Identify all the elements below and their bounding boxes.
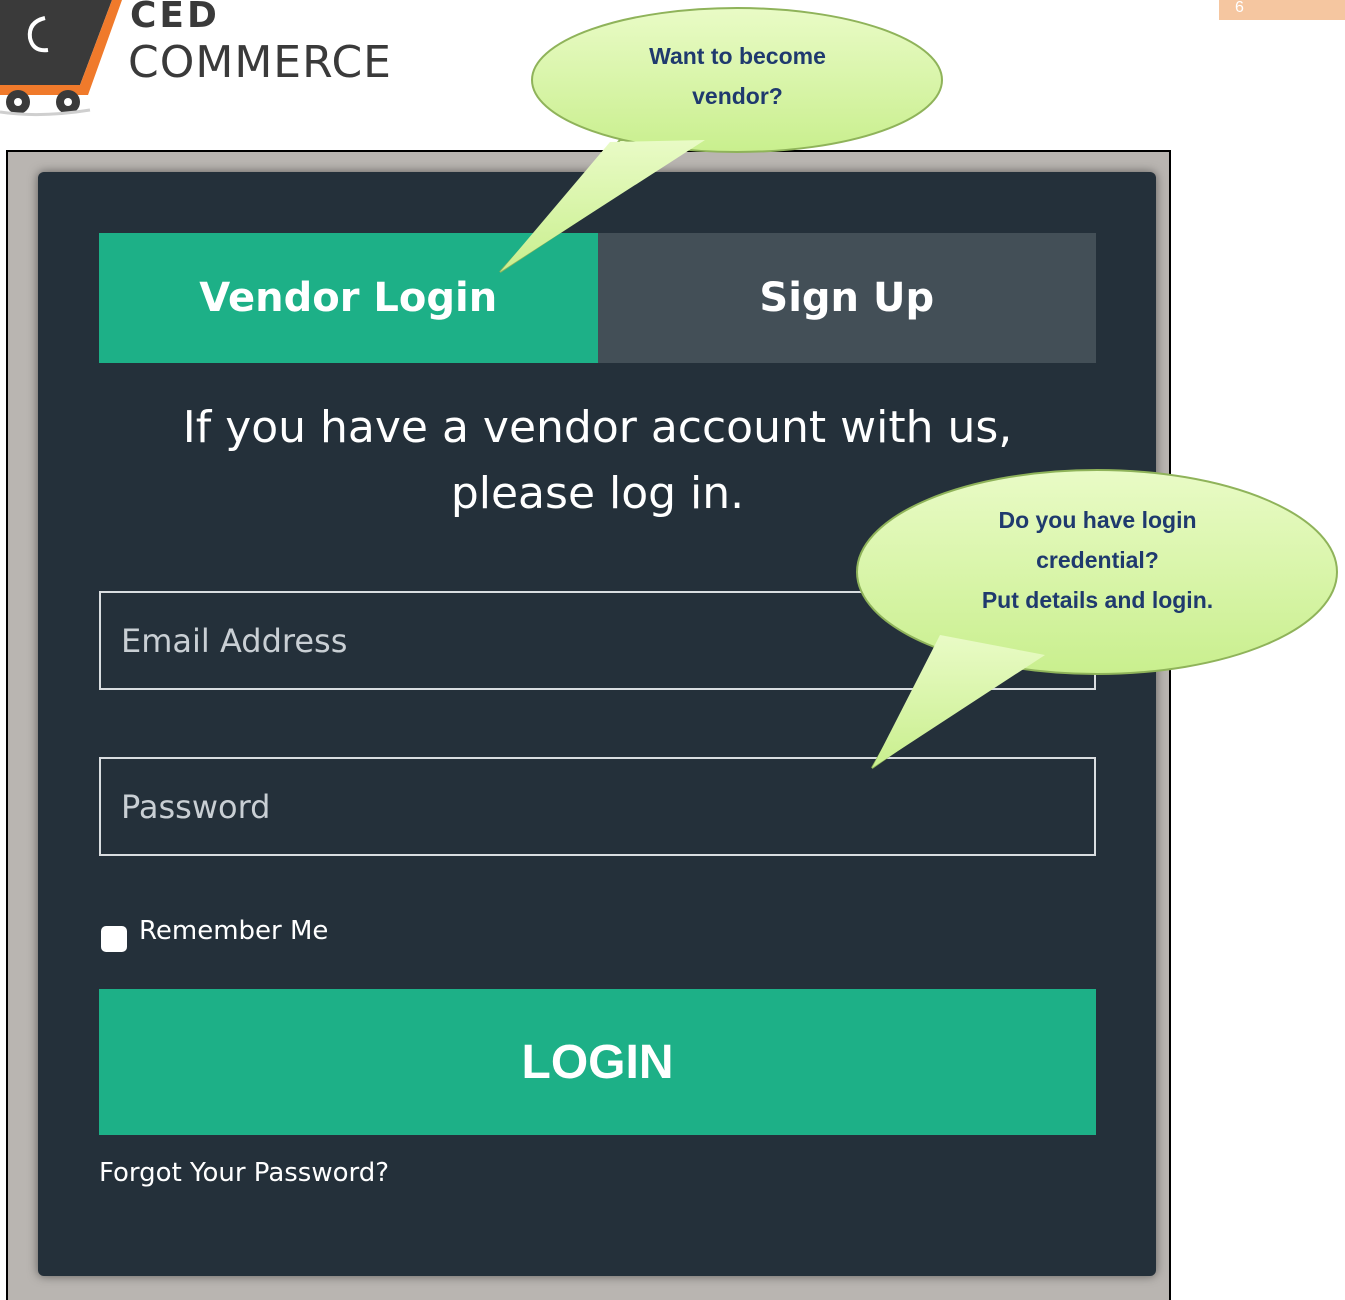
remember-me-row: Remember Me [101, 910, 328, 952]
intro-line-1: If you have a vendor account with us, [182, 402, 1013, 453]
cart-logo-icon [0, 0, 122, 117]
callout-2-line-2: credential? [1036, 547, 1159, 573]
cedcommerce-logo: CED COMMERCE [0, 0, 420, 120]
email-placeholder: Email Address [121, 621, 348, 660]
callout-2-line-1: Do you have login [998, 507, 1197, 533]
remember-me-checkbox[interactable] [101, 926, 127, 952]
callout-2-line-3: Put details and login. [981, 587, 1214, 613]
login-tabs: Vendor Login Sign Up [99, 233, 1096, 363]
logo-text-commerce: COMMERCE [128, 37, 392, 88]
callout-login-help-text: Do you have login credential? Put detail… [945, 500, 1250, 620]
forgot-password-link[interactable]: Forgot Your Password? [99, 1158, 389, 1188]
callout-become-vendor-text: Want to become vendor? [600, 36, 875, 116]
callout-1-line-2: vendor? [692, 83, 783, 109]
login-button[interactable]: LOGIN [99, 989, 1096, 1135]
tab-sign-up[interactable]: Sign Up [597, 233, 1096, 363]
tab-vendor-login[interactable]: Vendor Login [99, 233, 598, 363]
remember-me-label[interactable]: Remember Me [139, 916, 328, 946]
page-number: 6 [1219, 0, 1345, 20]
password-field[interactable]: Password [99, 757, 1096, 856]
logo-text-ced: CED [130, 0, 220, 36]
callout-1-line-1: Want to become [649, 43, 826, 69]
password-placeholder: Password [121, 787, 271, 826]
